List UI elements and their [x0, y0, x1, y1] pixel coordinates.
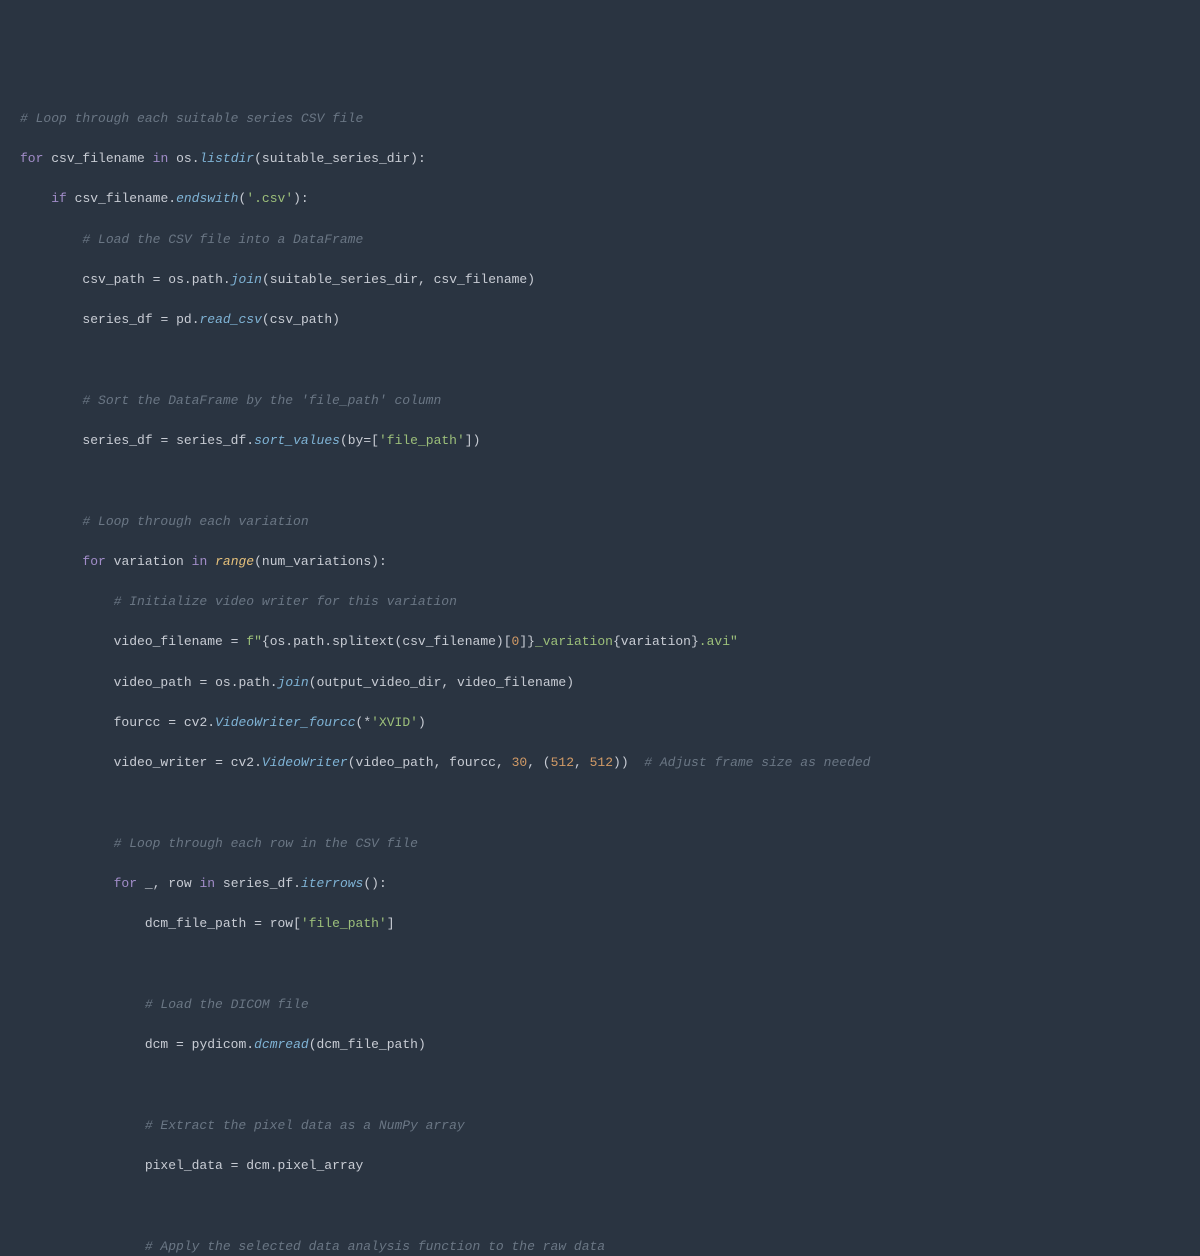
code-line: series_df = pd.read_csv(csv_path)	[20, 310, 1200, 330]
code-line: # Sort the DataFrame by the 'file_path' …	[20, 391, 1200, 411]
code-line: # Load the CSV file into a DataFrame	[20, 230, 1200, 250]
blank-line	[20, 471, 1200, 491]
blank-line	[20, 793, 1200, 813]
code-line: dcm = pydicom.dcmread(dcm_file_path)	[20, 1035, 1200, 1055]
code-line: for variation in range(num_variations):	[20, 552, 1200, 572]
comment: # Extract the pixel data as a NumPy arra…	[20, 1118, 465, 1133]
code-line: csv_path = os.path.join(suitable_series_…	[20, 270, 1200, 290]
code-line: # Loop through each suitable series CSV …	[20, 109, 1200, 129]
comment: # Loop through each suitable series CSV …	[20, 111, 363, 126]
comment: # Load the DICOM file	[20, 997, 309, 1012]
code-line: # Initialize video writer for this varia…	[20, 592, 1200, 612]
code-line: fourcc = cv2.VideoWriter_fourcc(*'XVID')	[20, 713, 1200, 733]
code-line: series_df = series_df.sort_values(by=['f…	[20, 431, 1200, 451]
code-line: # Apply the selected data analysis funct…	[20, 1237, 1200, 1256]
code-line: video_writer = cv2.VideoWriter(video_pat…	[20, 753, 1200, 773]
code-line: if csv_filename.endswith('.csv'):	[20, 189, 1200, 209]
comment: # Initialize video writer for this varia…	[20, 594, 457, 609]
comment: # Apply the selected data analysis funct…	[20, 1239, 605, 1254]
code-editor-view: # Loop through each suitable series CSV …	[20, 89, 1200, 1256]
blank-line	[20, 1075, 1200, 1095]
code-line: video_filename = f"{os.path.splitext(csv…	[20, 632, 1200, 652]
code-line: video_path = os.path.join(output_video_d…	[20, 673, 1200, 693]
blank-line	[20, 350, 1200, 370]
code-line: for _, row in series_df.iterrows():	[20, 874, 1200, 894]
code-line: # Extract the pixel data as a NumPy arra…	[20, 1116, 1200, 1136]
code-line: for csv_filename in os.listdir(suitable_…	[20, 149, 1200, 169]
comment: # Loop through each variation	[20, 514, 309, 529]
comment: # Load the CSV file into a DataFrame	[20, 232, 363, 247]
blank-line	[20, 955, 1200, 975]
code-line: dcm_file_path = row['file_path']	[20, 914, 1200, 934]
comment: # Loop through each row in the CSV file	[20, 836, 418, 851]
comment: # Sort the DataFrame by the 'file_path' …	[20, 393, 441, 408]
blank-line	[20, 1196, 1200, 1216]
code-line: # Loop through each row in the CSV file	[20, 834, 1200, 854]
code-line: # Load the DICOM file	[20, 995, 1200, 1015]
code-line: # Loop through each variation	[20, 512, 1200, 532]
code-line: pixel_data = dcm.pixel_array	[20, 1156, 1200, 1176]
